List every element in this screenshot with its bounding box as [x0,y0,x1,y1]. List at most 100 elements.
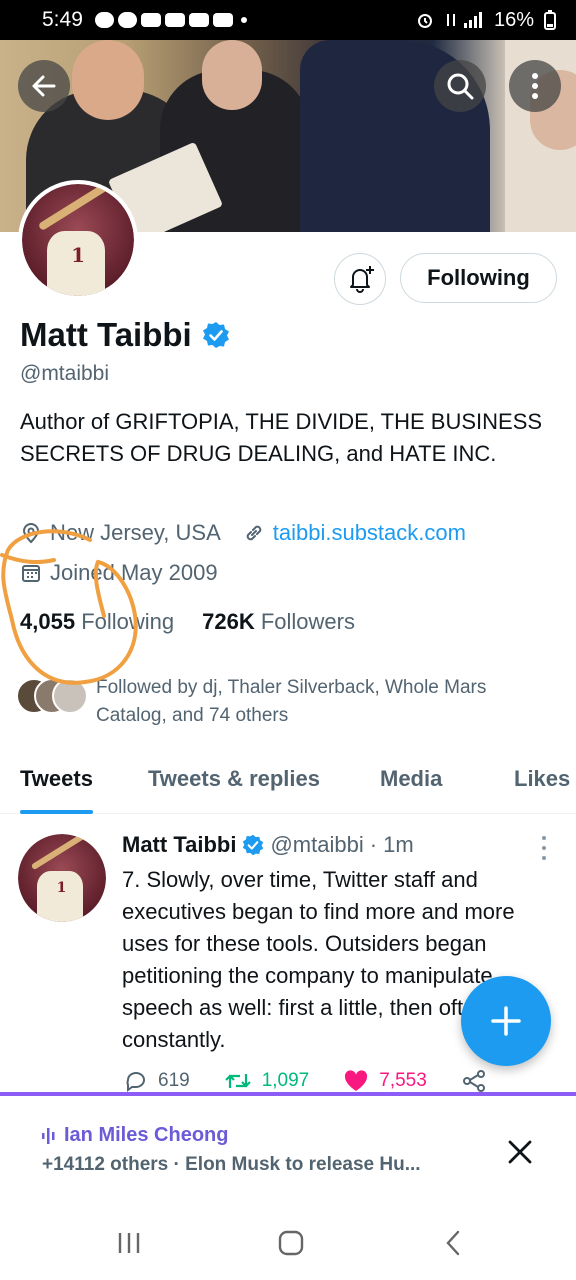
bell-plus-icon [350,266,374,293]
avatar [52,678,88,714]
profile-name: Matt Taibbi [20,316,192,353]
search-button[interactable] [434,60,486,112]
search-icon [447,73,474,100]
avatar-image [22,184,134,296]
spaces-bar[interactable]: Ian Miles Cheong +14112 others · Elon Mu… [0,1092,576,1202]
profile-meta-row: New Jersey, USA taibbi.substack.com [20,520,466,546]
youtube-icon [140,13,161,27]
profile-name-row: Matt Taibbi [20,316,230,354]
compose-tweet-button[interactable] [461,976,551,1066]
verified-badge-icon [243,834,264,856]
spaces-host-row: Ian Miles Cheong [42,1124,228,1147]
followed-by-row[interactable]: Followed by dj, Thaler Silverback, Whole… [16,674,546,730]
share-icon [462,1070,485,1092]
banner-figure [72,40,144,120]
recent-apps-icon [118,1233,140,1253]
tweet-more-button[interactable] [536,836,552,860]
signal-icon [446,12,482,28]
youtube-icon [188,13,209,27]
location-pin-icon [22,523,40,544]
plus-icon [491,1006,521,1036]
avatar-image [18,834,106,922]
profile-joined: Joined May 2009 [50,560,218,585]
spaces-subtitle: +14112 others · Elon Musk to release Hu.… [42,1154,421,1175]
tweet-author-handle: @mtaibbi [270,832,364,857]
home-button[interactable] [276,1228,306,1258]
avatar-detail [37,184,119,231]
status-right: 16% [416,9,556,32]
more-vertical-icon [542,846,546,850]
like-count: 7,553 [379,1070,427,1091]
avatar-detail [37,870,84,922]
profile-joined-row: Joined May 2009 [20,560,218,586]
youtube-icon [212,13,233,27]
tab-tweets-and-replies[interactable]: Tweets & replies [148,758,320,814]
status-time: 5:49 [42,8,83,31]
profile-website[interactable]: taibbi.substack.com [273,520,466,546]
profile-website-link[interactable]: taibbi.substack.com [243,520,466,546]
facebook-icon [117,12,137,28]
following-count: 4,055 [20,609,76,634]
retweet-button[interactable]: 1,097 [224,1070,310,1092]
recent-apps-button[interactable] [114,1228,144,1258]
tab-likes[interactable]: Likes [514,758,570,814]
like-button[interactable]: 7,553 [343,1070,427,1092]
profile-location: New Jersey, USA [50,520,221,545]
battery-icon [544,10,556,30]
tweet-author-avatar[interactable] [18,834,106,922]
tab-media[interactable]: Media [380,758,442,814]
status-bar: 5:49 16% [0,0,576,40]
follow-stats: 4,055 Following 726K Followers [20,609,355,635]
link-icon [246,525,262,541]
spaces-host-name: Ian Miles Cheong [64,1124,229,1146]
avatar-detail [46,231,105,296]
tab-tweets[interactable]: Tweets [20,758,93,814]
avatar-detail [30,834,94,871]
heart-icon [345,1070,368,1091]
retweet-icon [224,1074,251,1088]
followers-count: 726K [202,609,255,634]
tweet-author-name[interactable]: Matt Taibbi [122,832,236,858]
reply-count: 619 [158,1070,190,1091]
chevron-left-icon [446,1230,460,1256]
more-vertical-icon [542,836,546,840]
spaces-close-button[interactable] [500,1132,540,1172]
profile-handle: @mtaibbi [20,362,110,385]
followed-by-avatars [16,678,88,718]
followers-stat[interactable]: 726K Followers [202,609,355,635]
notification-icons [94,12,247,28]
close-icon [508,1140,532,1164]
battery-percent: 16% [493,8,534,31]
followers-label: Followers [260,609,355,634]
more-vertical-icon [532,73,538,99]
following-button[interactable]: Following [400,253,557,303]
followed-by-text: Followed by dj, Thaler Silverback, Whole… [96,677,487,726]
share-button[interactable] [461,1070,487,1092]
verified-badge-icon [202,322,229,348]
retweet-count: 1,097 [261,1070,310,1091]
alarm-icon [417,14,432,28]
spaces-audio-icon [42,1127,55,1144]
following-stat[interactable]: 4,055 Following [20,609,174,635]
notifications-bell-button[interactable] [334,253,386,305]
banner-figure [202,40,262,110]
system-back-button[interactable] [438,1228,468,1258]
more-vertical-icon [542,856,546,860]
back-button[interactable] [18,60,70,112]
back-arrow-icon [32,75,56,97]
facebook-icon [94,12,114,28]
tweet-actions: 619 1,097 7,553 [124,1070,487,1092]
reply-icon [126,1072,146,1092]
system-nav-bar [0,1202,576,1280]
tweet-time: · 1m [369,832,414,857]
profile-bio: Author of GRIFTOPIA, THE DIVIDE, THE BUS… [20,409,543,466]
reply-button[interactable]: 619 [124,1070,190,1092]
tweet-header: Matt Taibbi @mtaibbi · 1m [122,832,414,858]
profile-avatar[interactable] [18,180,138,300]
youtube-icon [164,13,185,27]
more-notifications-dot-icon [240,17,247,23]
following-label: Following [81,609,175,634]
profile-tabs: Tweets Tweets & replies Media Likes [0,758,576,814]
home-icon [278,1230,304,1256]
more-options-button[interactable] [509,60,561,112]
